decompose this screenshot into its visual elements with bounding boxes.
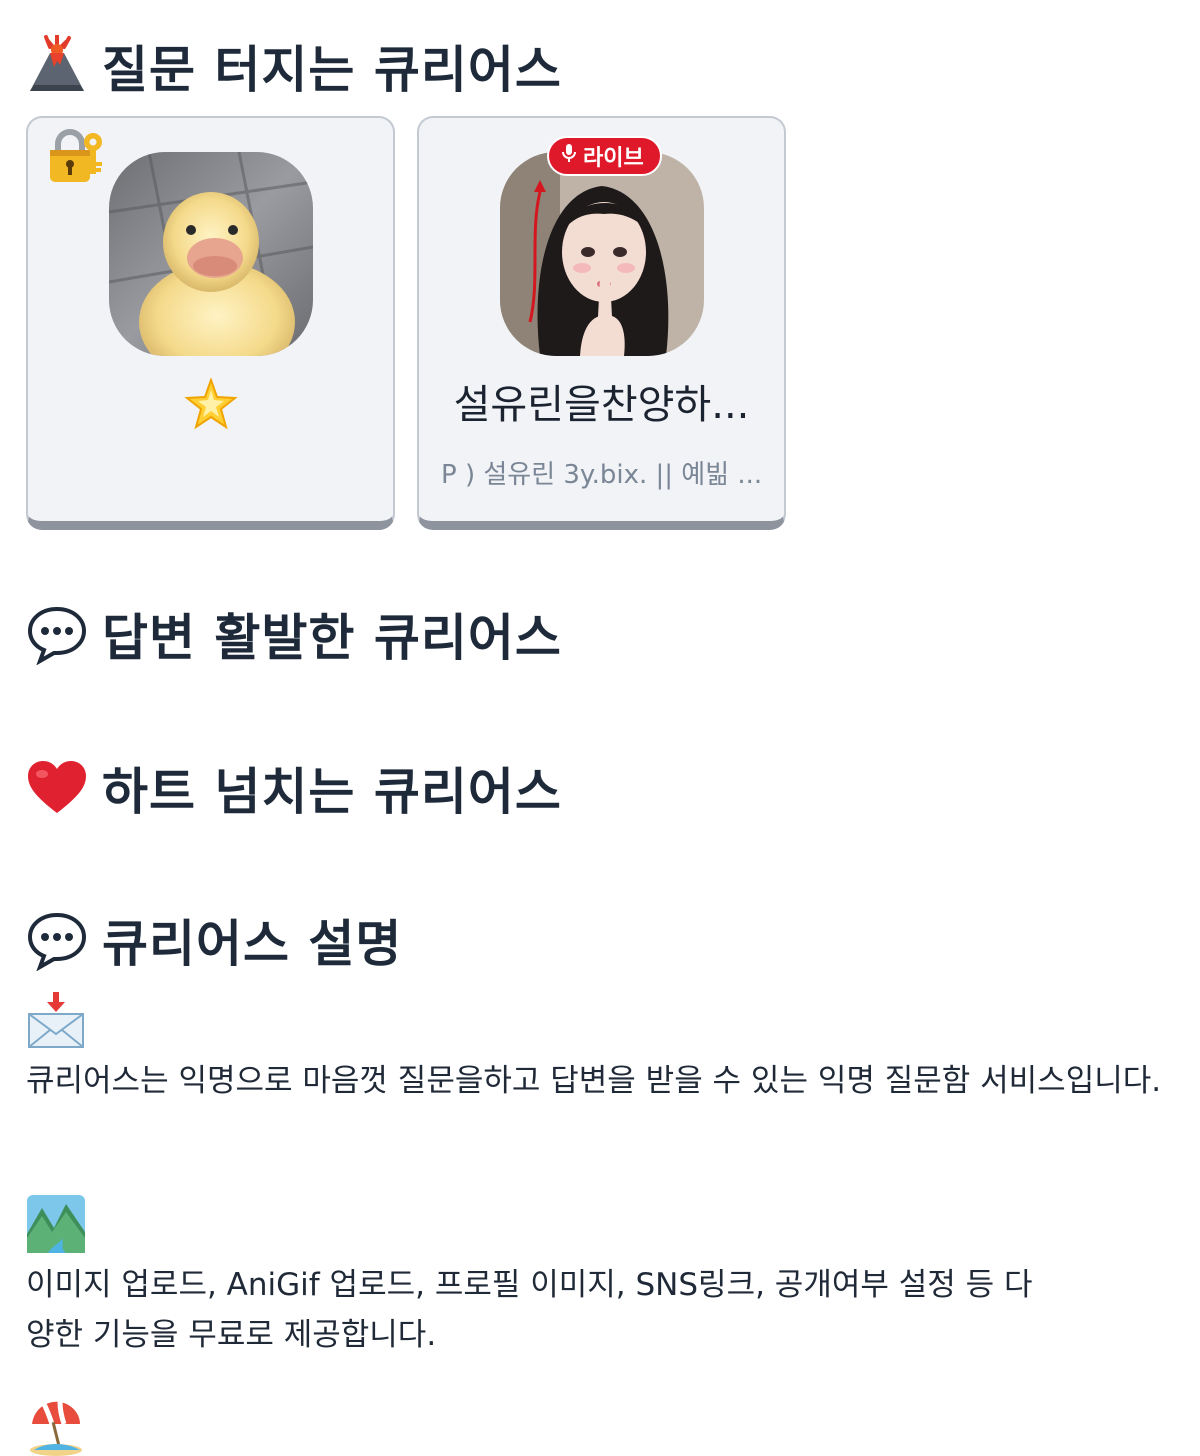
avatar — [109, 152, 313, 356]
card-name: 설유린을찬양하... — [453, 382, 750, 428]
section-title-hearts: 하트 넘치는 큐리어스 — [26, 752, 562, 824]
curious-card[interactable] — [26, 116, 395, 530]
speech-bubble-icon — [26, 909, 88, 971]
live-badge: 라이브 — [547, 136, 662, 176]
section-title-text: 큐리어스 설명 — [102, 915, 403, 973]
about-item: 이미지 업로드, AniGif 업로드, 프로필 이미지, SNS링크, 공개여… — [26, 1194, 1176, 1360]
section-title-text: 하트 넘치는 큐리어스 — [102, 763, 562, 821]
section-title-active-answers: 답변 활발한 큐리어스 — [26, 598, 562, 670]
national-park-icon — [26, 1194, 86, 1254]
beach-umbrella-icon — [26, 1396, 86, 1456]
envelope-with-arrow-icon — [26, 990, 86, 1050]
live-badge-label: 라이브 — [583, 146, 644, 171]
curious-home: 질문 터지는 큐리어스 라이브 설유린을찬양하... P) 설유린 3y.bi… — [0, 0, 1200, 1456]
card-list: 라이브 설유린을찬양하... P) 설유린 3y.bix. || 예빎 ... — [26, 116, 786, 530]
about-item: 큐리어스는 익명으로 마음껏 질문을하고 답변을 받을 수 있는 익명 질문함 … — [26, 990, 1176, 1106]
about-item — [26, 1396, 1176, 1456]
speech-bubble-icon — [26, 603, 88, 665]
about-text: 이미지 업로드, AniGif 업로드, 프로필 이미지, SNS링크, 공개여… — [26, 1267, 1033, 1353]
card-description: P ) 설유린 3y.bix. || 예빎 ... — [441, 460, 763, 490]
red-heart-icon — [26, 757, 88, 819]
lock-with-key-icon — [46, 126, 106, 186]
glowing-star-icon — [184, 376, 238, 432]
section-title-about: 큐리어스 설명 — [26, 904, 402, 976]
microphone-icon — [561, 143, 577, 169]
section-title-hot-questions: 질문 터지는 큐리어스 — [26, 30, 562, 102]
avatar — [500, 152, 704, 356]
about-text: 큐리어스는 익명으로 마음껏 질문을하고 답변을 받을 수 있는 익명 질문함 … — [26, 1063, 1162, 1099]
volcano-icon — [26, 35, 88, 97]
section-title-text: 답변 활발한 큐리어스 — [102, 609, 562, 667]
curious-card[interactable]: 라이브 설유린을찬양하... P) 설유린 3y.bix. || 예빎 ... — [417, 116, 786, 530]
section-title-text: 질문 터지는 큐리어스 — [102, 41, 562, 99]
